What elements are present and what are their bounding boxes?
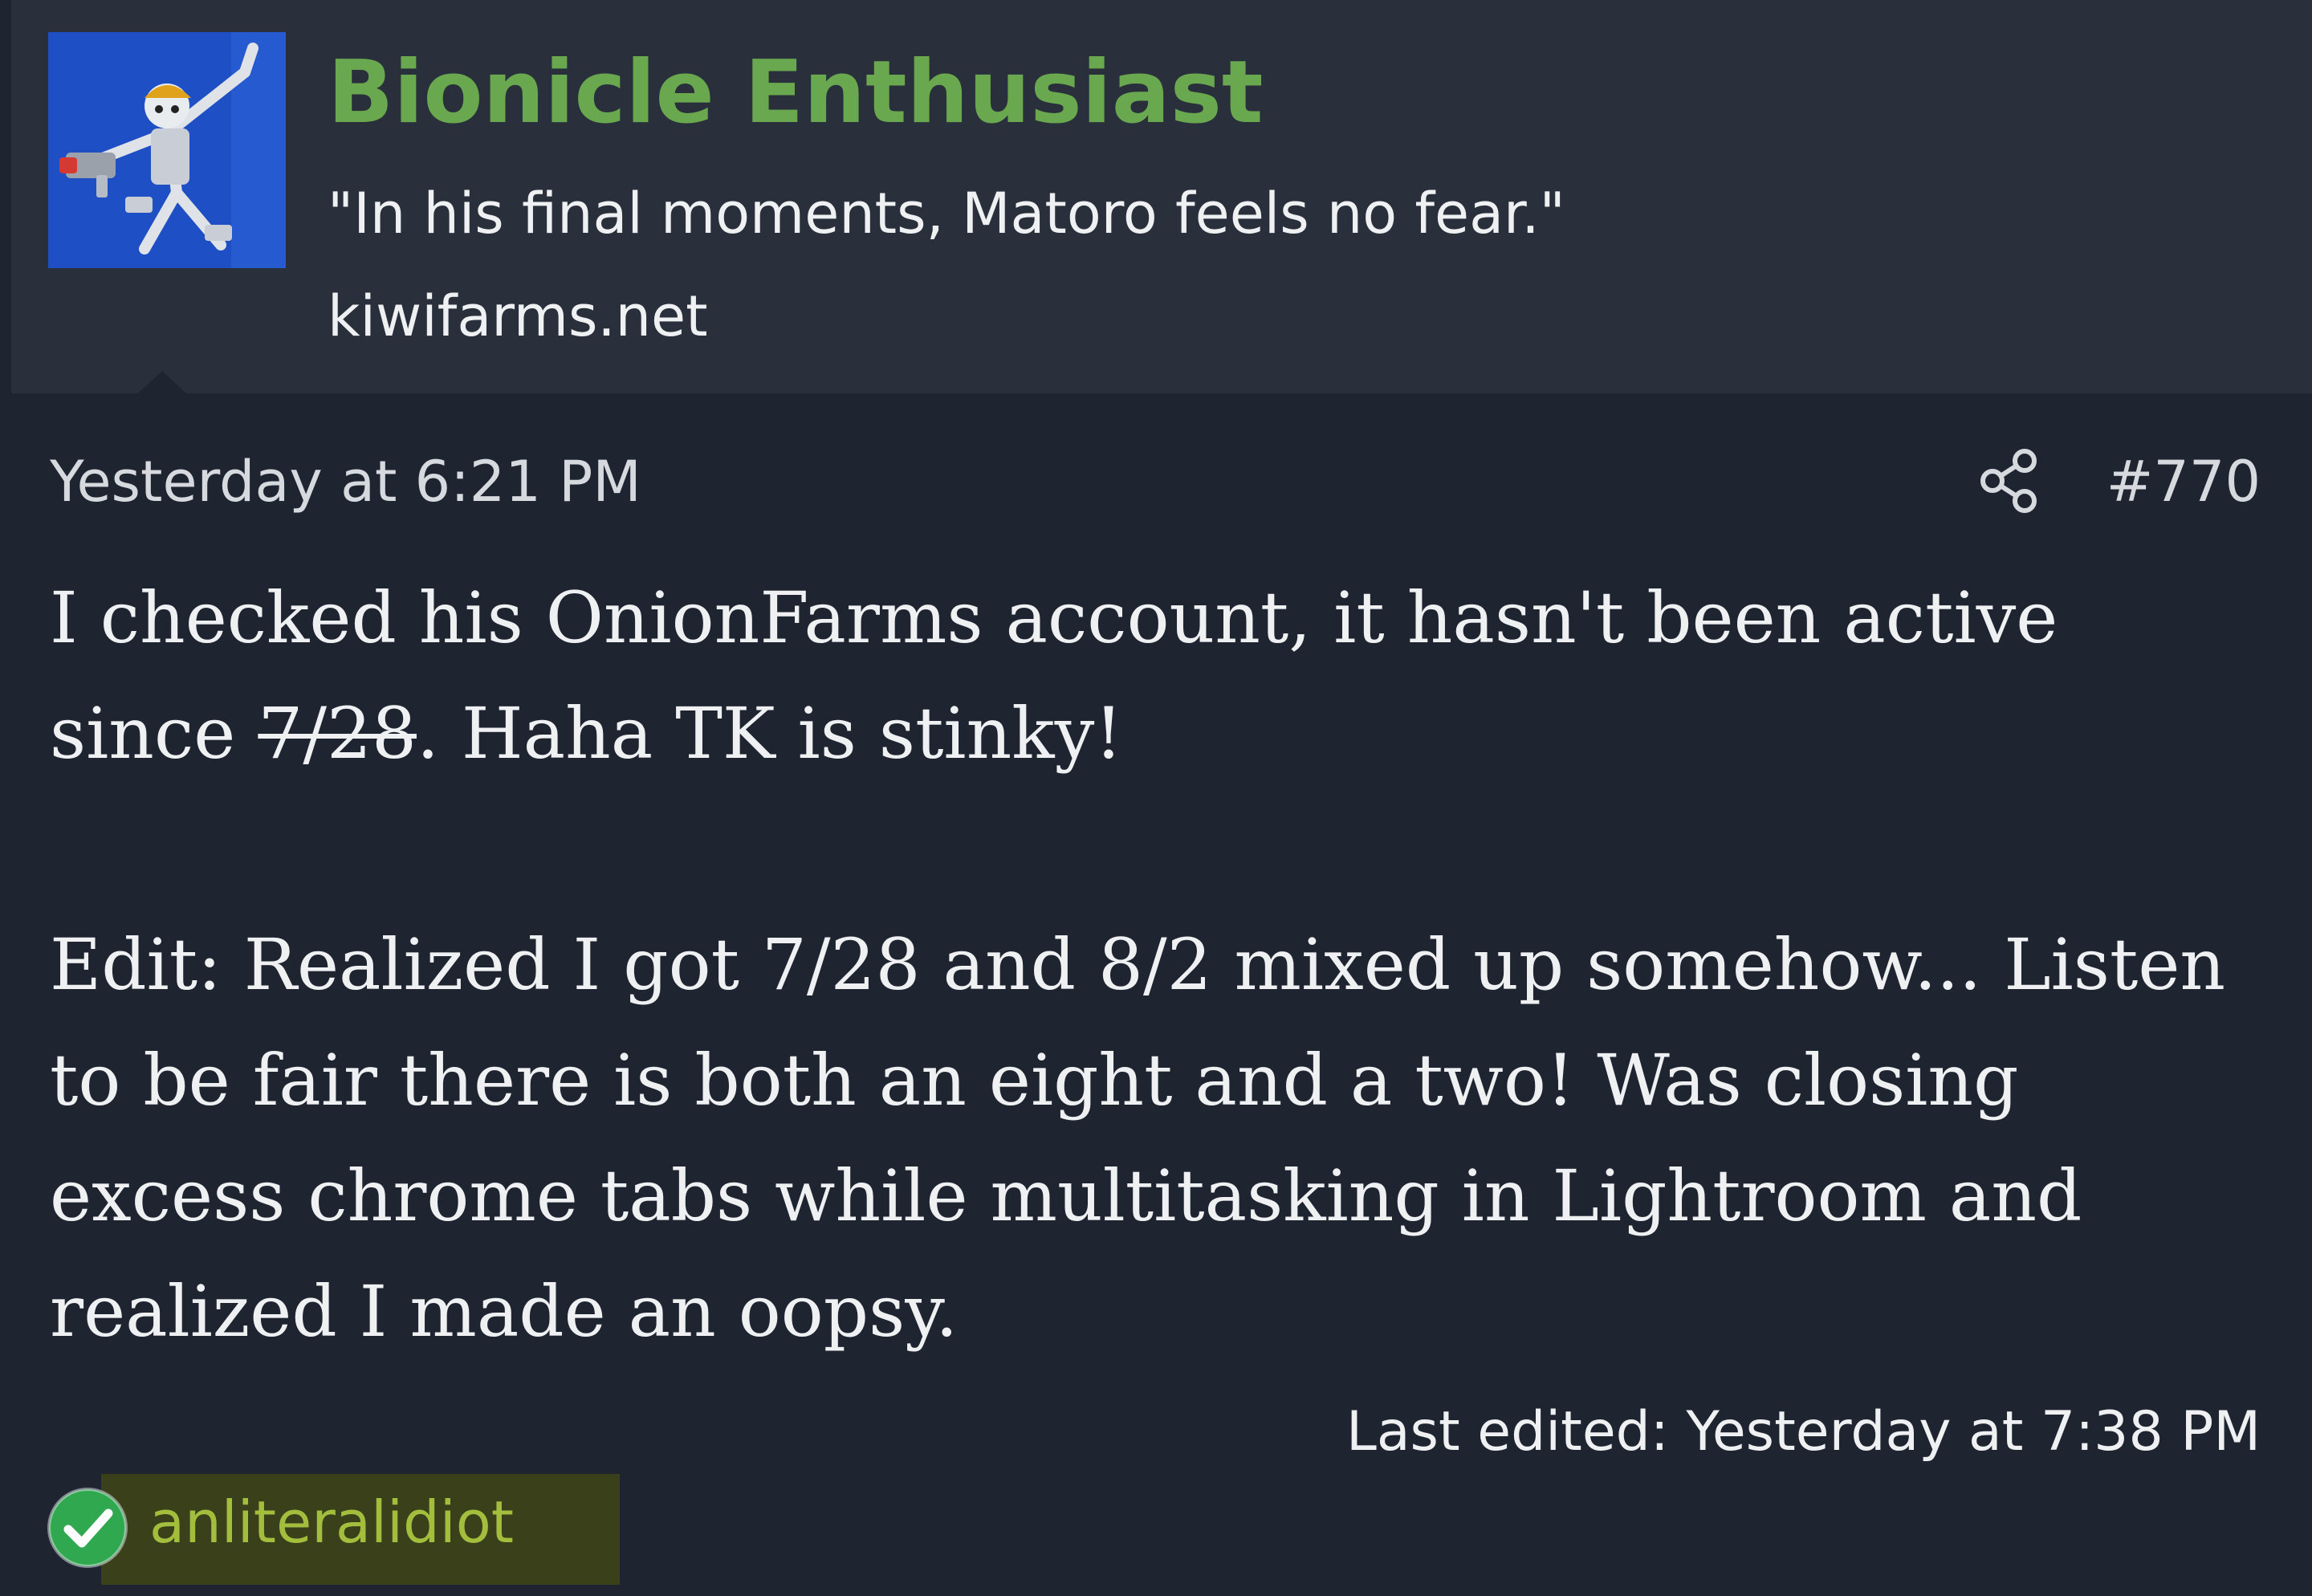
- post-body: I checked his OnionFarms account, it has…: [50, 560, 2265, 1370]
- last-edited-note[interactable]: Last edited: Yesterday at 7:38 PM: [1346, 1394, 2261, 1471]
- check-circle-glyph: [47, 1488, 128, 1568]
- bionicle-figure-avatar: [48, 32, 286, 268]
- struck-date: 7/28: [258, 692, 417, 775]
- header-pointer: [138, 371, 186, 393]
- check-circle-icon: [47, 1487, 128, 1569]
- edit-paragraph: Edit: Realized I got 7/28 and 8/2 mixed …: [50, 923, 2226, 1353]
- post-timestamp[interactable]: Yesterday at 6:21 PM: [50, 443, 641, 520]
- post-container: Bionicle Enthusiast "In his final moment…: [0, 0, 2312, 1596]
- username[interactable]: Bionicle Enthusiast: [328, 37, 1263, 149]
- post-number-link[interactable]: #770: [2106, 443, 2261, 520]
- user-site: kiwifarms.net: [328, 283, 708, 349]
- reaction-user-link[interactable]: anliteralidiot: [149, 1482, 514, 1562]
- user-avatar[interactable]: [48, 32, 286, 268]
- post-paragraph: I checked his OnionFarms account, it has…: [50, 560, 2265, 792]
- user-title: "In his final moments, Matoro feels no f…: [328, 181, 1565, 246]
- share-icon-glyph: [1980, 449, 2037, 513]
- post-text: . Haha TK is stinky!: [416, 692, 1123, 775]
- share-icon[interactable]: [1976, 446, 2045, 515]
